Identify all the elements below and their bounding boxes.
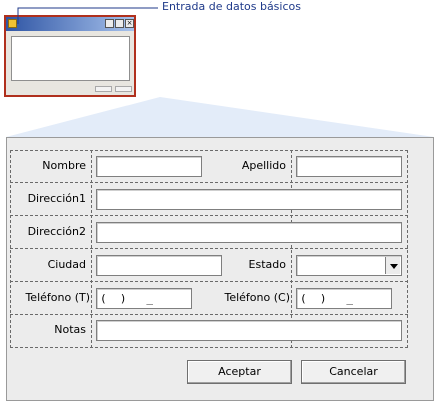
telefono-c-field[interactable]: ( ) _: [296, 288, 392, 309]
telefono-c-label: Teléfono (C): [224, 291, 290, 304]
apellido-label: Apellido: [241, 159, 286, 172]
direccion1-field[interactable]: [96, 189, 402, 210]
callout-leader: [6, 7, 434, 137]
notas-label: Notas: [54, 323, 86, 336]
layout-grid: [10, 150, 408, 348]
direccion2-field[interactable]: [96, 222, 402, 243]
nombre-field[interactable]: [96, 156, 202, 177]
ciudad-field[interactable]: [96, 255, 222, 276]
telefono-t-field[interactable]: ( ) _: [96, 288, 192, 309]
grid-row-divider: [10, 281, 408, 282]
estado-combobox[interactable]: [296, 255, 402, 276]
phone-mask: ( ) _: [300, 292, 373, 305]
grid-row-divider: [10, 182, 408, 183]
phone-mask: ( ) _: [100, 292, 173, 305]
direccion1-label: Dirección1: [27, 192, 86, 205]
grid-row-divider: [10, 314, 408, 315]
callout-label: Entrada de datos básicos: [162, 0, 301, 13]
ciudad-label: Ciudad: [47, 258, 86, 271]
apellido-field[interactable]: [296, 156, 402, 177]
chevron-down-icon[interactable]: [385, 257, 400, 274]
grid-row-divider: [10, 248, 408, 249]
accept-button[interactable]: Aceptar: [187, 360, 292, 384]
nombre-label: Nombre: [42, 159, 86, 172]
grid-column-divider: [291, 150, 292, 348]
cancel-button[interactable]: Cancelar: [301, 360, 406, 384]
grid-column-divider: [91, 150, 92, 348]
notas-field[interactable]: [96, 320, 402, 341]
grid-row-divider: [10, 215, 408, 216]
direccion2-label: Dirección2: [27, 225, 86, 238]
estado-label: Estado: [248, 258, 286, 271]
telefono-t-label: Teléfono (T): [25, 291, 90, 304]
